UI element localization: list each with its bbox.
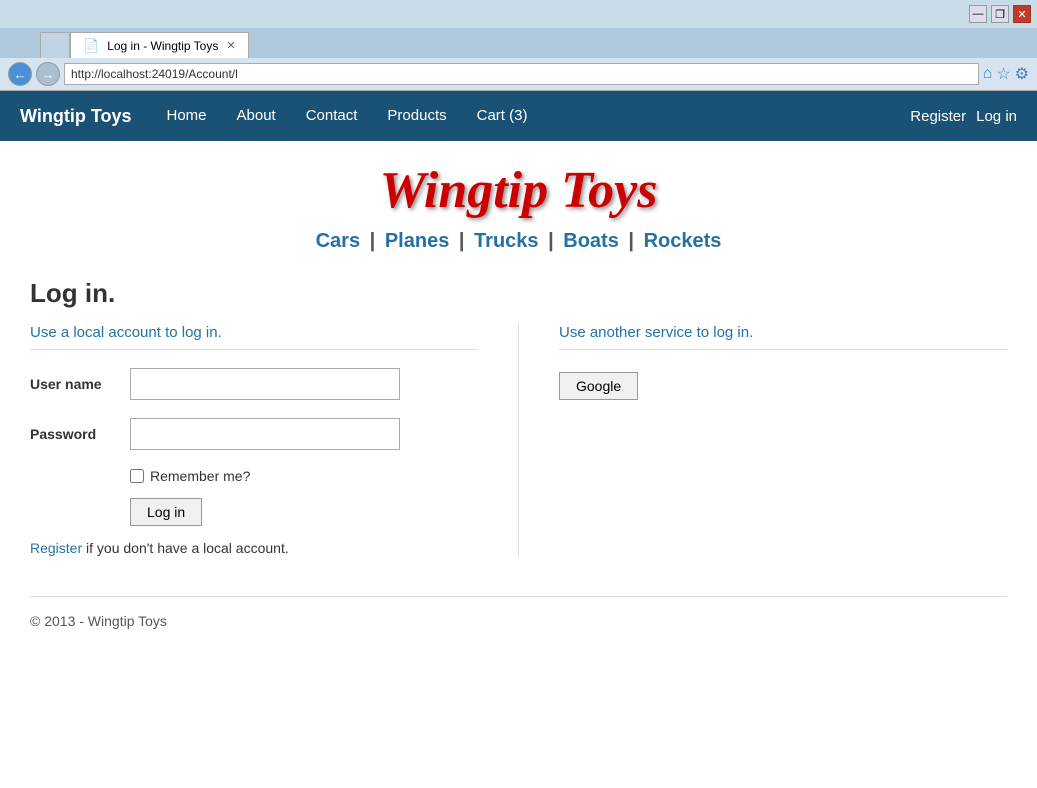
footer-text: © 2013 - Wingtip Toys <box>30 613 167 629</box>
site-footer: © 2013 - Wingtip Toys <box>30 596 1007 649</box>
nav-register[interactable]: Register <box>910 108 966 125</box>
tab-icon: 📄 <box>83 38 99 54</box>
navbar-nav: Home About Contact Products Cart (3) <box>152 91 543 141</box>
register-suffix: if you don't have a local account. <box>82 540 289 556</box>
url-text: http://localhost:24019/Account/l <box>71 67 238 81</box>
navbar: Wingtip Toys Home About Contact Products… <box>0 91 1037 141</box>
tab-active[interactable]: 📄 Log in - Wingtip Toys ✕ <box>70 32 249 58</box>
google-button[interactable]: Google <box>559 372 638 400</box>
nav-products[interactable]: Products <box>372 91 461 141</box>
username-label: User name <box>30 376 130 392</box>
remember-checkbox[interactable] <box>130 469 144 483</box>
nav-login[interactable]: Log in <box>976 108 1017 125</box>
username-group: User name <box>30 368 478 400</box>
local-login-subtitle: Use a local account to log in. <box>30 324 478 350</box>
title-bar: — ❐ ✕ <box>0 0 1037 28</box>
remember-group: Remember me? <box>130 468 478 484</box>
home-icon[interactable]: ⌂ <box>983 65 993 83</box>
browser-toolbar: ⌂ ☆ ⚙ <box>983 64 1029 84</box>
tab-inactive[interactable] <box>40 32 70 58</box>
username-input[interactable] <box>130 368 400 400</box>
category-planes[interactable]: Planes <box>385 230 449 252</box>
site-wrapper: Wingtip Toys Home About Contact Products… <box>0 91 1037 788</box>
category-rockets[interactable]: Rockets <box>644 230 722 252</box>
address-bar: ← → http://localhost:24019/Account/l ⌂ ☆… <box>0 58 1037 90</box>
site-title-text: Wingtip Toys <box>380 162 658 219</box>
nav-contact[interactable]: Contact <box>291 91 373 141</box>
login-left: Use a local account to log in. User name… <box>30 324 518 556</box>
nav-cart[interactable]: Cart (3) <box>462 91 543 141</box>
sep-1: | <box>370 230 376 252</box>
forward-button[interactable]: → <box>36 62 60 86</box>
settings-icon[interactable]: ⚙ <box>1015 64 1029 84</box>
category-boats[interactable]: Boats <box>563 230 619 252</box>
nav-about[interactable]: About <box>222 91 291 141</box>
sep-2: | <box>459 230 465 252</box>
register-link[interactable]: Register <box>30 540 82 556</box>
site-title: Wingtip Toys <box>30 161 1007 220</box>
back-button[interactable]: ← <box>8 62 32 86</box>
minimize-button[interactable]: — <box>969 5 987 23</box>
category-trucks[interactable]: Trucks <box>474 230 538 252</box>
login-button[interactable]: Log in <box>130 498 202 526</box>
sep-4: | <box>628 230 634 252</box>
login-container: Use a local account to log in. User name… <box>30 324 1007 556</box>
login-title: Log in. <box>30 278 1007 309</box>
remember-label: Remember me? <box>150 468 250 484</box>
tab-close-icon[interactable]: ✕ <box>226 39 235 52</box>
password-group: Password <box>30 418 478 450</box>
main-content: Wingtip Toys Cars | Planes | Trucks | Bo… <box>0 141 1037 669</box>
browser-chrome: — ❐ ✕ 📄 Log in - Wingtip Toys ✕ ← → http… <box>0 0 1037 91</box>
password-input[interactable] <box>130 418 400 450</box>
tab-label: Log in - Wingtip Toys <box>107 39 218 53</box>
favorites-icon[interactable]: ☆ <box>996 64 1010 84</box>
navbar-brand[interactable]: Wingtip Toys <box>20 106 132 127</box>
close-button[interactable]: ✕ <box>1013 5 1031 23</box>
nav-home[interactable]: Home <box>152 91 222 141</box>
navbar-right: Register Log in <box>910 108 1017 125</box>
sep-3: | <box>548 230 554 252</box>
register-text: Register if you don't have a local accou… <box>30 540 478 556</box>
tab-bar: 📄 Log in - Wingtip Toys ✕ <box>0 28 1037 58</box>
password-label: Password <box>30 426 130 442</box>
category-nav: Cars | Planes | Trucks | Boats | Rockets <box>30 230 1007 253</box>
restore-button[interactable]: ❐ <box>991 5 1009 23</box>
login-right: Use another service to log in. Google <box>518 324 1007 556</box>
category-cars[interactable]: Cars <box>316 230 360 252</box>
address-input[interactable]: http://localhost:24019/Account/l <box>64 63 979 85</box>
service-login-subtitle: Use another service to log in. <box>559 324 1007 350</box>
